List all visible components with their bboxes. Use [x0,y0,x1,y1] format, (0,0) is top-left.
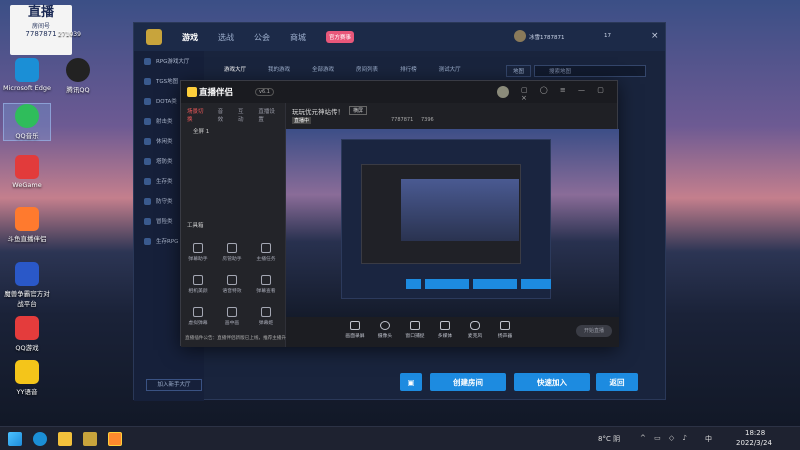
douyu-icon [15,207,39,231]
qq-icon [66,58,90,82]
watermark-extra: 271039 [58,31,81,38]
qqgame-icon [15,316,39,340]
search-input[interactable]: 搜索地图 [534,65,646,77]
quick-join-button[interactable]: 快速加入 [514,373,590,391]
tool-beauty[interactable]: 相机美颜 [183,275,213,294]
desktop-icon-qqgame[interactable]: QQ游戏 [3,316,51,352]
stream-preview [286,129,619,317]
desktop-icon-qq[interactable]: 腾讯QQ [54,58,102,94]
game-taskbar-icon[interactable] [83,432,97,446]
tool-view[interactable]: 弹幕查看 [251,275,281,294]
desktop-icon-yy[interactable]: YY语音 [3,360,51,396]
lobby-nav: 游戏 选战 公会 商城 [182,32,306,43]
viewer-count: 7396 [421,117,434,123]
screen-capture-button[interactable]: 画面录屏 [340,321,370,339]
clock-time[interactable]: 18:28 [745,429,765,437]
wegame-icon [15,155,39,179]
tool-voice[interactable]: 语音特效 [217,275,247,294]
user-level: 17 [604,33,611,39]
room-id: 7787871 [391,117,414,123]
watermark-title: 直播 [27,5,54,20]
taskbar: 8°C 阴 ^ ▭ ◇ ♪ 中 18:28 2022/3/24 [0,426,800,450]
stream-tag[interactable]: 横屏 [349,106,368,115]
desktop-icon-wegame[interactable]: WeGame [3,155,51,189]
stream-bottom-bar: 画面录屏 摄像头 窗口捕捉 多媒体 麦克风 扬声器 开始直播 [286,317,619,347]
tool-manager[interactable]: 房管助手 [217,243,247,262]
tab-rank[interactable]: 排行榜 [400,65,417,73]
lobby-header: 游戏 选战 公会 商城 官方赛事 冰雪1787871 17 × [134,23,665,51]
tab-audio[interactable]: 音效 [218,107,228,123]
stream-header: 直播伴侣 v6.1 ▢ ◯ ≡ — ▢ × [181,81,617,103]
user-name[interactable]: 冰雪1787871 [529,33,565,41]
stream-avatar[interactable] [497,86,509,98]
user-avatar[interactable] [514,30,526,42]
stream-app-title: 直播伴侣 [199,88,234,98]
preview-nested-screen [401,179,519,241]
room-status: 直播中 [292,117,312,124]
tab-rooms[interactable]: 房间列表 [356,65,378,73]
stream-taskbar-icon[interactable] [108,432,122,446]
sidebar-item[interactable]: RPG游戏大厅 [134,51,204,71]
create-room-button[interactable]: 创建房间 [430,373,506,391]
media-button[interactable]: 多媒体 [430,321,460,339]
window-close-icon[interactable]: × [651,31,659,41]
edge-taskbar-icon[interactable] [33,432,47,446]
toolbox-title: 工具箱 [187,223,204,229]
stream-version: v6.1 [255,88,274,96]
stream-title-line: 玩玩优元神站传！ [292,108,344,116]
watermark-sub: 房间号 [31,23,50,30]
room-icon-button[interactable]: ▣ [400,373,422,391]
window-capture-button[interactable]: 窗口捕捉 [400,321,430,339]
tab-all[interactable]: 全部游戏 [312,65,334,73]
speaker-button[interactable]: 扬声器 [490,321,520,339]
tool-task[interactable]: 主播任务 [251,243,281,262]
tool-danmaku-ji[interactable]: 弹幕姬 [251,307,281,326]
qqmusic-icon [15,104,39,128]
preview-nested-buttons [406,279,551,289]
desktop-icon-douyu[interactable]: 斗鱼直播伴侣 [3,207,51,243]
edge-icon [15,58,39,82]
ime-indicator[interactable]: 中 [705,434,712,444]
stream-logo-icon [187,87,197,97]
nav-game[interactable]: 游戏 [182,32,198,43]
stream-app-window: 直播伴侣 v6.1 ▢ ◯ ≡ — ▢ × 玩玩优元神站传！ 横屏 直播中 77… [180,80,619,347]
nav-guild[interactable]: 公会 [254,32,270,43]
yy-icon [15,360,39,384]
tab-test[interactable]: 测试大厅 [439,65,461,73]
tool-virtual[interactable]: 虚拟弹幕 [183,307,213,326]
nav-mall[interactable]: 商城 [290,32,306,43]
tab-settings[interactable]: 直播设置 [258,107,279,123]
start-stream-button[interactable]: 开始直播 [576,325,612,337]
back-button[interactable]: 返回 [596,373,638,391]
desktop-icon-qqmusic[interactable]: QQ音乐 [3,103,51,141]
event-badge[interactable]: 官方赛事 [326,31,355,43]
mic-button[interactable]: 麦克风 [460,321,490,339]
tray-icons[interactable]: ^ ▭ ◇ ♪ [640,434,690,442]
stream-left-panel: 场景切换 音效 互动 直播设置 全屏 1 工具箱 弹幕助手 房管助手 主播任务 … [181,103,300,347]
desktop-icon-warcraft[interactable]: 魔兽争霸官方对战平台 [3,262,51,308]
join-newbie-button[interactable]: 加入新手大厅 [146,379,202,391]
region-select[interactable]: 地图 [506,65,532,77]
tab-scene[interactable]: 场景切换 [187,107,208,123]
stream-window-controls[interactable]: ▢ ◯ ≡ — ▢ × [521,86,617,102]
left-tabs: 场景切换 音效 互动 直播设置 [181,103,285,127]
lobby-logo-icon [146,29,162,45]
explorer-taskbar-icon[interactable] [58,432,72,446]
lobby-tabs: 游戏大厅 我的游戏 全部游戏 房间列表 排行榜 测试大厅 [224,65,461,73]
tab-lobby[interactable]: 游戏大厅 [224,65,246,73]
desktop-watermark: 直播 房间号 7787871 [10,5,72,55]
weather-status[interactable]: 8°C 阴 [598,434,620,444]
tab-interact[interactable]: 互动 [238,107,248,123]
desktop-icon-edge[interactable]: Microsoft Edge [3,58,51,92]
clock-date[interactable]: 2022/3/24 [736,439,772,447]
tool-danmaku[interactable]: 弹幕助手 [183,243,213,262]
camera-button[interactable]: 摄像头 [370,321,400,339]
windows-start-icon[interactable] [8,432,22,446]
nav-battle[interactable]: 选战 [218,32,234,43]
warcraft-icon [15,262,39,286]
scene-item[interactable]: 全屏 1 [193,127,285,135]
tab-my-games[interactable]: 我的游戏 [268,65,290,73]
tool-pip[interactable]: 画中画 [217,307,247,326]
